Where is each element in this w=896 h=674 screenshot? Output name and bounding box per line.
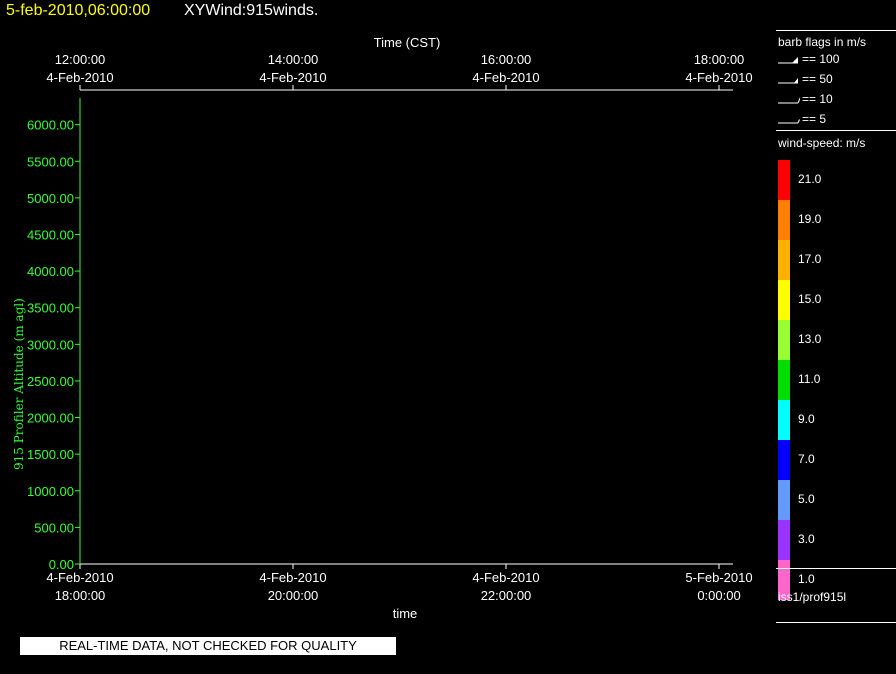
header-datetime: 5-feb-2010,06:00:00 [6, 2, 151, 19]
x-tick-date: 4-Feb-2010 [46, 570, 113, 585]
scale-swatch [778, 480, 790, 520]
quality-disclaimer: REAL-TIME DATA, NOT CHECKED FOR QUALITY [20, 637, 396, 655]
station-name: iss1/prof915l [778, 590, 847, 604]
x-tick-date: 5-Feb-2010 [685, 570, 752, 585]
y-tick-label: 2500.00 [27, 374, 74, 389]
top-tick-date: 4-Feb-2010 [46, 70, 113, 85]
scale-swatch [778, 360, 790, 400]
top-tick-date: 4-Feb-2010 [259, 70, 326, 85]
top-tick-date: 4-Feb-2010 [472, 70, 539, 85]
scale-swatch [778, 160, 790, 200]
x-tick-date: 4-Feb-2010 [259, 570, 326, 585]
x-tick-time: 0:00:00 [697, 588, 740, 603]
barb-line-10-icon [778, 97, 800, 104]
scale-label: 7.0 [798, 452, 815, 466]
barb-legend-item: == 100 [802, 52, 840, 66]
barb-legend-item: == 50 [802, 72, 833, 86]
scale-swatch [778, 200, 790, 240]
scale-label: 1.0 [798, 572, 815, 586]
scale-label: 13.0 [798, 332, 822, 346]
legend-divider [776, 30, 896, 31]
scale-swatch [778, 240, 790, 280]
top-tick-time: 14:00:00 [268, 52, 319, 67]
y-tick-label: 6000.00 [27, 118, 74, 133]
scale-label: 15.0 [798, 292, 822, 306]
y-tick-label: 5500.00 [27, 154, 74, 169]
scale-label: 21.0 [798, 172, 822, 186]
top-axis-label: Time (CST) [374, 35, 441, 50]
y-tick-label: 4000.00 [27, 264, 74, 279]
scale-swatch [778, 280, 790, 320]
barb-legend-item: == 5 [802, 112, 827, 126]
wind-barb-chart: 0.00500.001000.001500.002000.002500.0030… [27, 35, 753, 621]
barb-flag-50-icon [778, 78, 798, 84]
scale-label: 5.0 [798, 492, 815, 506]
y-tick-label: 3000.00 [27, 337, 74, 352]
x-tick-time: 22:00:00 [481, 588, 532, 603]
top-tick-date: 4-Feb-2010 [685, 70, 752, 85]
y-tick-label: 500.00 [34, 520, 74, 535]
scale-label: 11.0 [798, 372, 821, 386]
x-tick-time: 18:00:00 [55, 588, 106, 603]
header-title: XYWind:915winds. [184, 2, 319, 19]
y-tick-label: 3500.00 [27, 301, 74, 316]
scale-label: 3.0 [798, 532, 815, 546]
chart-axes: 0.00500.001000.001500.002000.002500.0030… [27, 35, 753, 621]
barb-legend-item: == 10 [802, 92, 833, 106]
y-tick-label: 5000.00 [27, 191, 74, 206]
scale-label: 17.0 [798, 252, 822, 266]
x-tick-time: 20:00:00 [268, 588, 319, 603]
scale-swatch [778, 400, 790, 440]
top-tick-time: 16:00:00 [481, 52, 532, 67]
scale-label: 19.0 [798, 212, 822, 226]
top-tick-time: 12:00:00 [55, 52, 106, 67]
y-tick-label: 1000.00 [27, 484, 74, 499]
scale-swatch [778, 520, 790, 560]
y-axis-label: 915 Profiler Altitude (m agl) [12, 298, 26, 470]
barb-flag-100-icon [778, 57, 798, 64]
scale-swatch [778, 320, 790, 360]
barb-half-5-icon [778, 119, 800, 124]
legend-panel: barb flags in m/s == 100 == 50 == 10 == … [776, 30, 896, 623]
y-tick-label: 4500.00 [27, 227, 74, 242]
barb-legend-title: barb flags in m/s [778, 35, 867, 49]
top-tick-time: 18:00:00 [694, 52, 745, 67]
legend-divider [776, 568, 896, 569]
x-axis-label: time [393, 606, 418, 621]
speed-legend-title: wind-speed: m/s [778, 136, 866, 150]
x-tick-date: 4-Feb-2010 [472, 570, 539, 585]
y-tick-label: 2000.00 [27, 411, 74, 426]
y-tick-label: 1500.00 [27, 447, 74, 462]
legend-divider [776, 130, 896, 131]
scale-label: 9.0 [798, 412, 815, 426]
scale-swatch [778, 440, 790, 480]
legend-divider [776, 622, 896, 623]
